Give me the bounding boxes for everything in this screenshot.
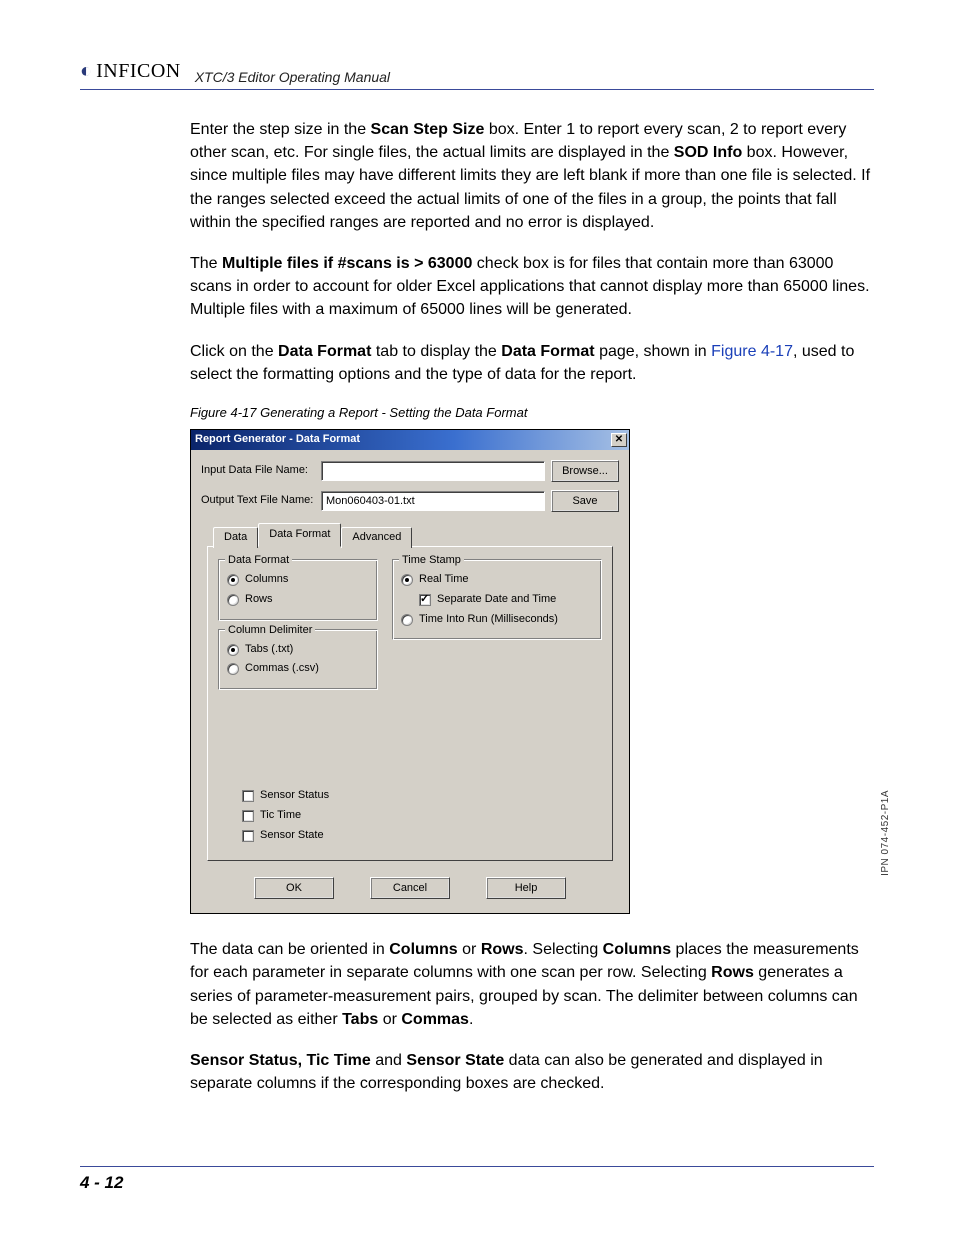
tabstrip: Data Data Format Advanced <box>213 522 613 546</box>
output-file-field[interactable] <box>321 491 545 511</box>
checkbox-icon <box>242 830 254 842</box>
paragraph-sensor-status: Sensor Status, Tic Time and Sensor State… <box>190 1049 874 1095</box>
tab-data-format[interactable]: Data Format <box>258 523 341 547</box>
radio-icon <box>227 594 239 606</box>
checkbox-icon <box>419 594 431 606</box>
input-file-label: Input Data File Name: <box>201 463 321 479</box>
check-tic-time[interactable]: Tic Time <box>242 808 602 824</box>
manual-title: XTC/3 Editor Operating Manual <box>195 69 390 85</box>
close-icon[interactable]: ✕ <box>611 433 627 447</box>
check-sensor-state[interactable]: Sensor State <box>242 828 602 844</box>
radio-real-time[interactable]: Real Time <box>401 572 593 588</box>
radio-rows[interactable]: Rows <box>227 592 369 608</box>
radio-icon <box>227 644 239 656</box>
check-sensor-status[interactable]: Sensor Status <box>242 788 602 804</box>
checkbox-icon <box>242 790 254 802</box>
logo: ◐ INFICON <box>80 60 181 85</box>
radio-time-into-run[interactable]: Time Into Run (Milliseconds) <box>401 612 593 628</box>
tab-advanced[interactable]: Advanced <box>341 527 412 548</box>
titlebar-text: Report Generator - Data Format <box>195 432 611 448</box>
group-column-delimiter: Column Delimiter Tabs (.txt) Commas (.cs… <box>218 629 378 691</box>
page-header: ◐ INFICON XTC/3 Editor Operating Manual <box>80 60 874 90</box>
checkbox-icon <box>242 810 254 822</box>
titlebar: Report Generator - Data Format ✕ <box>191 430 629 450</box>
page-number: 4 - 12 <box>80 1173 123 1192</box>
page-footer: 4 - 12 <box>80 1166 874 1193</box>
help-button[interactable]: Help <box>486 877 566 899</box>
radio-columns[interactable]: Columns <box>227 572 369 588</box>
figure-xref[interactable]: Figure 4-17 <box>711 343 793 360</box>
radio-icon <box>227 663 239 675</box>
logo-icon: ◐ <box>80 60 92 83</box>
paragraph-multiple-files: The Multiple files if #scans is > 63000 … <box>190 252 874 322</box>
paragraph-columns-rows: The data can be oriented in Columns or R… <box>190 938 874 1031</box>
tab-data[interactable]: Data <box>213 527 258 548</box>
radio-icon <box>401 614 413 626</box>
tab-panel: Data Format Columns Rows <box>207 546 613 862</box>
group-data-format: Data Format Columns Rows <box>218 559 378 621</box>
cancel-button[interactable]: Cancel <box>370 877 450 899</box>
paragraph-data-format-tab: Click on the Data Format tab to display … <box>190 340 874 386</box>
logo-text: INFICON <box>96 60 181 83</box>
output-file-label: Output Text File Name: <box>201 493 321 509</box>
radio-commas[interactable]: Commas (.csv) <box>227 661 369 677</box>
save-button[interactable]: Save <box>551 490 619 512</box>
ok-button[interactable]: OK <box>254 877 334 899</box>
check-separate-date-time[interactable]: Separate Date and Time <box>419 592 593 608</box>
radio-tabs[interactable]: Tabs (.txt) <box>227 642 369 658</box>
ipn-note: IPN 074-452-P1A <box>880 790 891 876</box>
figure-caption: Figure 4-17 Generating a Report - Settin… <box>190 404 874 423</box>
radio-icon <box>227 574 239 586</box>
input-file-field[interactable] <box>321 461 545 481</box>
dialog-report-generator: Report Generator - Data Format ✕ Input D… <box>190 429 630 915</box>
browse-button[interactable]: Browse... <box>551 460 619 482</box>
group-time-stamp: Time Stamp Real Time Separate Date and T… <box>392 559 602 641</box>
radio-icon <box>401 574 413 586</box>
paragraph-scan-step: Enter the step size in the Scan Step Siz… <box>190 118 874 234</box>
